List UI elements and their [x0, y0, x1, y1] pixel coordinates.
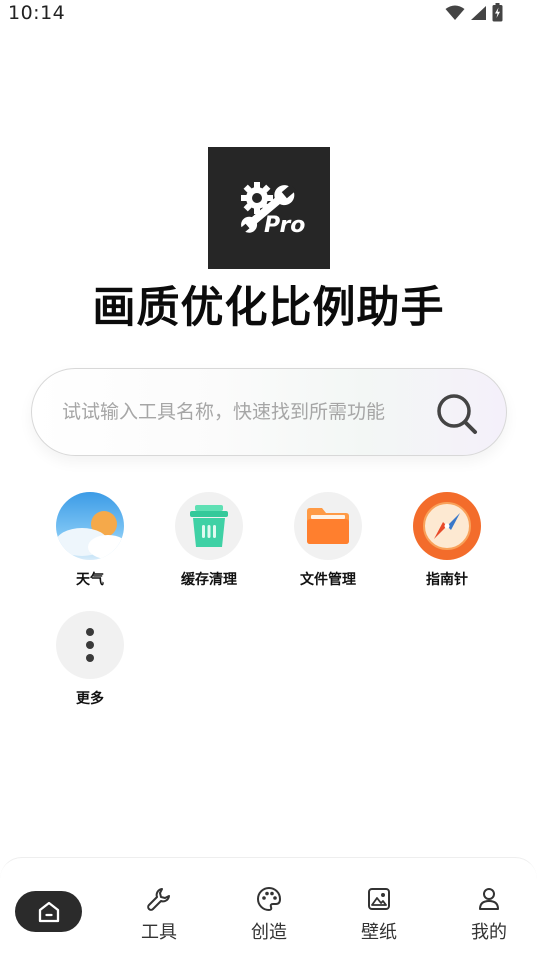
wrench-icon: [147, 888, 170, 911]
app-logo: Pro: [208, 147, 330, 269]
tool-label-weather: 天气: [76, 572, 104, 588]
logo-pro-text: Pro: [264, 213, 306, 238]
nav-create[interactable]: 创造: [224, 886, 314, 944]
wifi-icon: [445, 5, 465, 20]
nav-label-wallpaper: 壁纸: [361, 922, 397, 943]
nav-label-create: 创造: [251, 922, 287, 943]
tool-compass[interactable]: 指南针: [392, 492, 502, 589]
palette-icon: [257, 886, 282, 912]
battery-charging-icon: [492, 3, 503, 22]
more-icon: [56, 611, 124, 679]
nav-label-profile: 我的: [471, 922, 507, 943]
nav-profile[interactable]: 我的: [444, 886, 534, 944]
nav-home[interactable]: [15, 891, 82, 932]
signal-icon: [471, 5, 486, 20]
bottom-nav: 工具 创造 壁纸 我的: [0, 857, 537, 969]
user-icon: [479, 888, 499, 910]
weather-icon: [56, 492, 124, 560]
trash-icon: [175, 492, 243, 560]
app-screen: 10:14 Pro 画质优化比例助手 试试输入工具名称，快速找到所需功能 天气 …: [0, 0, 537, 969]
status-icons: [445, 3, 503, 22]
tool-cache-clean[interactable]: 缓存清理: [154, 492, 264, 589]
nav-label-tools: 工具: [141, 922, 177, 943]
tool-more[interactable]: 更多: [35, 611, 145, 708]
tool-label-file-manager: 文件管理: [300, 572, 356, 588]
tool-label-compass: 指南针: [426, 572, 468, 588]
search-input[interactable]: [62, 397, 432, 427]
search-box[interactable]: [31, 368, 507, 456]
tool-label-more: 更多: [76, 691, 104, 707]
status-bar: 10:14: [0, 0, 537, 28]
home-icon: [38, 901, 59, 922]
tool-weather[interactable]: 天气: [35, 492, 145, 589]
folder-icon: [294, 492, 362, 560]
compass-icon: [413, 492, 481, 560]
tool-file-manager[interactable]: 文件管理: [273, 492, 383, 589]
image-icon: [368, 888, 390, 910]
app-title: 画质优化比例助手: [92, 283, 445, 333]
nav-wallpaper[interactable]: 壁纸: [334, 886, 424, 944]
search-icon[interactable]: [434, 391, 480, 437]
nav-tools[interactable]: 工具: [114, 886, 204, 944]
tool-label-cache-clean: 缓存清理: [181, 572, 237, 588]
status-time: 10:14: [8, 2, 66, 24]
